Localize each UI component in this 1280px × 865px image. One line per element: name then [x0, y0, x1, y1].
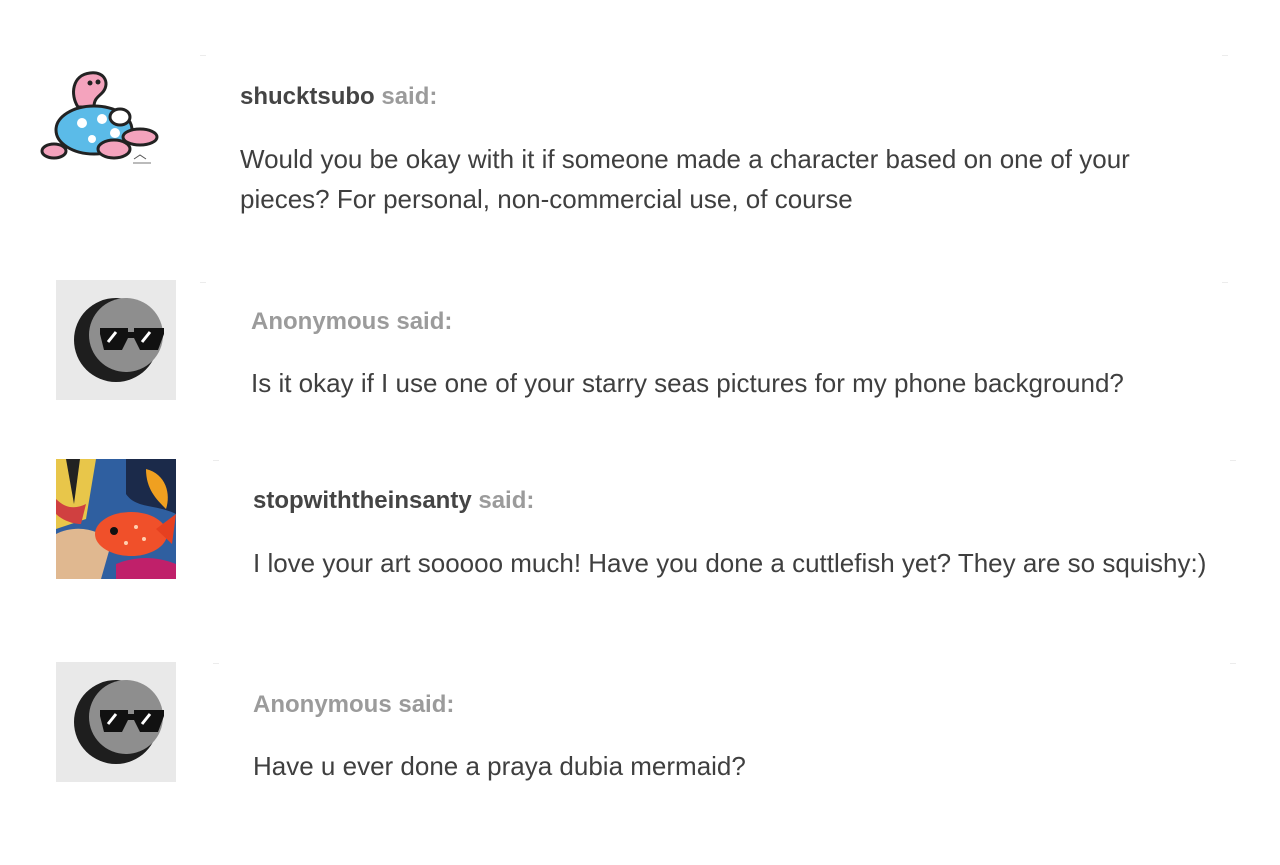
said-label: said: — [396, 308, 453, 335]
question-text: Would you be okay with it if someone mad… — [240, 144, 1130, 214]
asker-username: Anonymous — [253, 691, 392, 718]
question-text: Is it okay if I use one of your starry s… — [251, 368, 1124, 398]
bubble-corner — [1222, 282, 1228, 289]
bubble-corner — [1230, 663, 1236, 670]
asker-username[interactable]: stopwiththeinsanty — [253, 487, 472, 514]
asker-line: Anonymous said: — [251, 307, 452, 337]
anonymous-sunglasses-avatar-icon — [74, 298, 164, 382]
pink-creature-avatar-icon — [40, 71, 159, 164]
said-label: said: — [398, 691, 455, 718]
asker-line: shucktsubo said: — [240, 82, 437, 112]
bubble-corner — [200, 55, 206, 62]
asker-line: stopwiththeinsanty said: — [253, 486, 534, 516]
avatar — [56, 662, 176, 782]
bubble-corner — [1230, 460, 1236, 467]
anonymous-sunglasses-avatar-icon — [74, 680, 164, 764]
asker-username: Anonymous — [251, 308, 390, 335]
question-text: Have u ever done a praya dubia mermaid? — [253, 751, 746, 781]
bubble-corner — [213, 663, 219, 670]
asker-username[interactable]: shucktsubo — [240, 83, 375, 110]
avatar — [56, 280, 176, 400]
bubble-corner — [213, 460, 219, 467]
asker-line: Anonymous said: — [253, 690, 454, 720]
question-text: I love your art sooooo much! Have you do… — [253, 548, 1207, 578]
avatar[interactable] — [40, 55, 160, 175]
bubble-corner — [1222, 55, 1228, 62]
colorful-fish-avatar-icon — [56, 459, 176, 579]
avatar[interactable] — [56, 459, 176, 579]
said-label: said: — [478, 487, 535, 514]
said-label: said: — [381, 83, 438, 110]
bubble-corner — [200, 282, 206, 289]
